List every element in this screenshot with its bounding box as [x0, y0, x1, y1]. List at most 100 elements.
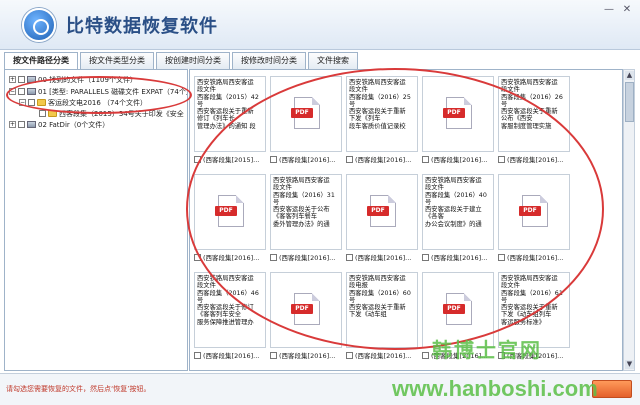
checkbox[interactable] — [18, 121, 25, 128]
file-thumbnail[interactable]: 西安铁路局西安客运 段文件 西客段集（2016）46 号 西安客运段关于修订 《… — [194, 272, 266, 348]
file-thumbnail[interactable]: 西安铁路局西安客运 段文件 西客段集（2016）40 号 西安客运段关于建立 《… — [422, 174, 494, 250]
file-name: (西客段集[2016]... — [507, 254, 564, 262]
pdf-badge: PDF — [443, 108, 465, 118]
file-checkbox[interactable] — [422, 155, 429, 163]
status-hint: 请勾选您需要恢复的文件，然后点‘恢复’按钮。 — [6, 385, 151, 393]
file-name: (西客段集[2016]... — [355, 254, 412, 262]
file-card[interactable]: PDF (西客段集[2016]... — [498, 174, 570, 264]
file-checkbox[interactable] — [194, 155, 201, 163]
file-checkbox[interactable] — [498, 253, 505, 261]
checkbox[interactable] — [18, 88, 25, 95]
document-preview-text: 西安铁路局西安客运 段文件 西客段集（2016）26 号 西安客运段关于重新 公… — [501, 79, 563, 130]
document-preview-text: 西安铁路局西安客运 段电报 西客段集（2016）60 号 西安客运段关于重新 下… — [349, 275, 411, 319]
scroll-down-icon[interactable]: ▼ — [625, 360, 634, 369]
file-name: (西客段集[2016]... — [279, 156, 336, 164]
file-card[interactable]: PDF (西客段集[2016]... — [270, 76, 342, 166]
file-checkbox[interactable] — [270, 253, 277, 261]
document-preview-text: 西安铁路局西安客运 段文件 西客段集（2015）42 号 西安客运段关于重新 修… — [197, 79, 259, 130]
checkbox[interactable] — [39, 110, 46, 117]
pdf-file-icon: PDF — [443, 97, 472, 129]
tree-node-subfolder[interactable]: 西客段集（2015）34号关于印发《安全 — [39, 108, 184, 119]
collapse-icon[interactable]: − — [19, 99, 26, 106]
pdf-badge: PDF — [215, 206, 237, 216]
tree-node-folder-2016[interactable]: − 客运段文电2016 （74个文件） — [19, 97, 147, 108]
file-thumbnail[interactable]: 西安铁路局西安客运 段文件 西客段集（2015）42 号 西安客运段关于重新 修… — [194, 76, 266, 152]
tab-by-path[interactable]: 按文件路径分类 — [4, 52, 78, 70]
file-thumbnail[interactable]: 西安铁路局西安客运 段文件 西客段集（2016）26 号 西安客运段关于重新 公… — [498, 76, 570, 152]
close-button[interactable]: ✕ — [620, 4, 634, 16]
checkbox[interactable] — [18, 76, 25, 83]
minimize-button[interactable]: — — [602, 4, 616, 16]
file-card[interactable]: 西安铁路局西安客运 段文件 西客段集（2015）42 号 西安客运段关于重新 修… — [194, 76, 266, 166]
file-card[interactable]: 西安铁路局西安客运 段文件 西客段集（2016）31 号 西安客运段关于公布 《… — [270, 174, 342, 264]
folder-tree: + 00 找到的文件（1109个文件） − 01 [类型: PARALLELS … — [4, 69, 188, 371]
tab-file-search[interactable]: 文件搜索 — [308, 52, 358, 69]
pdf-badge: PDF — [519, 206, 541, 216]
file-name: (西客段集[2016]... — [279, 254, 336, 262]
file-checkbox[interactable] — [346, 155, 353, 163]
collapse-icon[interactable]: − — [9, 88, 16, 95]
pdf-file-icon: PDF — [291, 293, 320, 325]
tree-node-label: 01 [类型: PARALLELS 磁碟文件 EXPAT（74个文件） — [38, 87, 187, 96]
tab-by-created[interactable]: 按创建时间分类 — [156, 52, 230, 69]
file-card[interactable]: 西安铁路局西安客运 段文件 西客段集（2016）25 号 西安客运段关于重新 下… — [346, 76, 418, 166]
file-thumbnail[interactable]: PDF — [194, 174, 266, 250]
file-checkbox[interactable] — [194, 253, 201, 261]
file-card[interactable]: 西安铁路局西安客运 段文件 西客段集（2016）46 号 西安客运段关于修订 《… — [194, 272, 266, 362]
file-checkbox[interactable] — [498, 155, 505, 163]
tab-by-modified[interactable]: 按修改时间分类 — [232, 52, 306, 69]
file-name: (西客段集[2016]... — [431, 254, 488, 262]
file-checkbox[interactable] — [270, 351, 277, 359]
pdf-badge: PDF — [443, 304, 465, 314]
file-checkbox[interactable] — [346, 351, 353, 359]
tree-node-label: 00 找到的文件（1109个文件） — [38, 75, 137, 84]
drive-icon — [27, 88, 36, 95]
file-card[interactable]: 西安铁路局西安客运 段电报 西客段集（2016）60 号 西安客运段关于重新 下… — [346, 272, 418, 362]
file-card[interactable]: PDF (西客段集[2016]... — [270, 272, 342, 362]
file-thumbnail[interactable]: PDF — [346, 174, 418, 250]
document-preview-text: 西安铁路局西安客运 段文件 西客段集（2016）25 号 西安客运段关于重新 下… — [349, 79, 411, 130]
file-card[interactable]: 西安铁路局西安客运 段文件 西客段集（2016）40 号 西安客运段关于建立 《… — [422, 174, 494, 264]
tree-node-parallels[interactable]: − 01 [类型: PARALLELS 磁碟文件 EXPAT（74个文件） — [9, 86, 187, 97]
file-thumbnail[interactable]: PDF — [270, 272, 342, 348]
file-checkbox[interactable] — [194, 351, 201, 359]
expand-icon[interactable]: + — [9, 121, 16, 128]
file-preview-grid: 西安铁路局西安客运 段文件 西客段集（2015）42 号 西安客运段关于重新 修… — [189, 69, 623, 371]
file-caption: (西客段集[2016]... — [346, 252, 418, 262]
file-thumbnail[interactable]: PDF — [498, 174, 570, 250]
file-caption: (西客段集[2016]... — [422, 252, 494, 262]
file-card[interactable]: PDF (西客段集[2016]... — [194, 174, 266, 264]
tree-node-found-files[interactable]: + 00 找到的文件（1109个文件） — [9, 74, 137, 85]
file-card[interactable]: 西安铁路局西安客运 段文件 西客段集（2016）26 号 西安客运段关于重新 公… — [498, 76, 570, 166]
tab-by-type[interactable]: 按文件类型分类 — [80, 52, 154, 69]
checkbox[interactable] — [28, 99, 35, 106]
file-checkbox[interactable] — [346, 253, 353, 261]
scroll-up-icon[interactable]: ▲ — [625, 71, 634, 80]
document-preview-text: 西安铁路局西安客运 段文件 西客段集（2016）61 号 西安客运段关于重新 下… — [501, 275, 563, 326]
expand-icon[interactable]: + — [9, 76, 16, 83]
document-preview-text: 西安铁路局西安客运 段文件 西客段集（2016）46 号 西安客运段关于修订 《… — [197, 275, 259, 326]
grid-scrollbar[interactable]: ▲ ▼ — [623, 69, 635, 371]
tree-node-fatdir[interactable]: + 02 FatDir（0个文件） — [9, 119, 109, 130]
scroll-thumb[interactable] — [625, 82, 634, 122]
folder-icon — [48, 110, 57, 117]
file-thumbnail[interactable]: 西安铁路局西安客运 段电报 西客段集（2016）60 号 西安客运段关于重新 下… — [346, 272, 418, 348]
file-card[interactable]: PDF (西客段集[2016]... — [346, 174, 418, 264]
file-checkbox[interactable] — [422, 253, 429, 261]
pdf-badge: PDF — [291, 304, 313, 314]
title-bar: 比特数据恢复软件 — ✕ — [0, 0, 640, 50]
pdf-badge: PDF — [291, 108, 313, 118]
recover-button[interactable] — [592, 380, 632, 398]
file-checkbox[interactable] — [422, 351, 429, 359]
file-thumbnail[interactable]: 西安铁路局西安客运 段文件 西客段集（2016）25 号 西安客运段关于重新 下… — [346, 76, 418, 152]
file-name: (西客段集[2016]... — [355, 156, 412, 164]
pdf-file-icon: PDF — [519, 195, 548, 227]
file-thumbnail[interactable]: PDF — [270, 76, 342, 152]
file-thumbnail[interactable]: 西安铁路局西安客运 段文件 西客段集（2016）31 号 西安客运段关于公布 《… — [270, 174, 342, 250]
file-card[interactable]: PDF (西客段集[2016]... — [422, 76, 494, 166]
file-checkbox[interactable] — [270, 155, 277, 163]
file-thumbnail[interactable]: PDF — [422, 76, 494, 152]
file-caption: (西客段集[2016]... — [498, 154, 570, 164]
file-caption: (西客段集[2016]... — [346, 154, 418, 164]
pdf-badge: PDF — [367, 206, 389, 216]
